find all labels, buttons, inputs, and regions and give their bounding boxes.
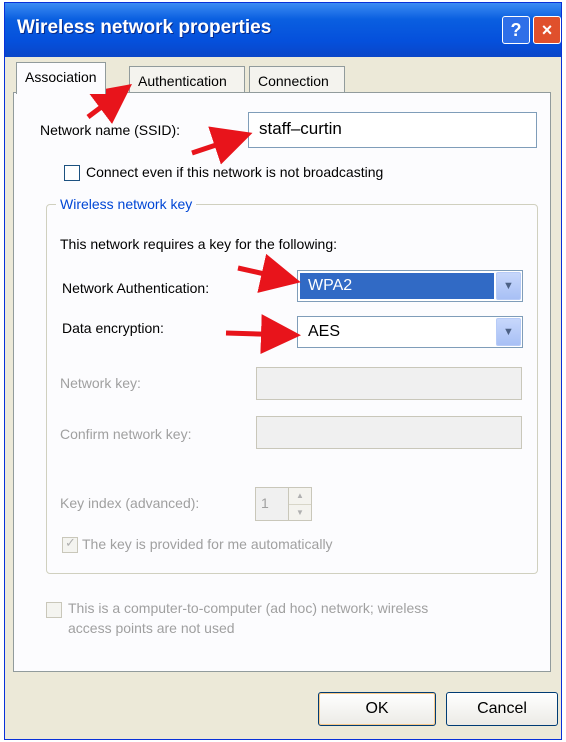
window-title: Wireless network properties bbox=[17, 17, 272, 38]
auto-key-label: The key is provided for me automatically bbox=[82, 536, 333, 552]
tab-connection[interactable]: Connection bbox=[249, 66, 345, 94]
network-key-input[interactable] bbox=[256, 367, 522, 400]
network-auth-value: WPA2 bbox=[300, 273, 494, 299]
tab-association[interactable]: Association bbox=[16, 62, 106, 94]
broadcast-checkbox[interactable] bbox=[64, 165, 80, 181]
confirm-key-label: Confirm network key: bbox=[60, 426, 192, 442]
key-index-input[interactable]: 1 bbox=[255, 487, 289, 521]
adhoc-label-line2: access points are not used bbox=[68, 620, 235, 636]
chevron-down-icon[interactable]: ▼ bbox=[496, 272, 521, 300]
ssid-label: Network name (SSID): bbox=[40, 122, 181, 138]
network-auth-label: Network Authentication: bbox=[62, 280, 210, 296]
data-encryption-value: AES bbox=[308, 323, 341, 340]
key-index-spinner[interactable]: ▲ ▼ bbox=[288, 487, 312, 521]
title-bar[interactable]: Wireless network properties ? × bbox=[5, 3, 561, 57]
key-index-label: Key index (advanced): bbox=[60, 495, 200, 511]
ssid-value: staff–curtin bbox=[259, 119, 342, 138]
data-encryption-label: Data encryption: bbox=[62, 320, 164, 336]
close-button[interactable]: × bbox=[533, 16, 561, 44]
adhoc-checkbox[interactable] bbox=[46, 602, 62, 618]
data-encryption-select[interactable]: AES ▼ bbox=[297, 316, 523, 348]
spin-up-icon[interactable]: ▲ bbox=[289, 488, 311, 505]
tab-authentication[interactable]: Authentication bbox=[129, 66, 245, 94]
chevron-down-icon[interactable]: ▼ bbox=[496, 318, 521, 346]
checkmark-icon: ✓ bbox=[65, 535, 76, 550]
help-button[interactable]: ? bbox=[502, 16, 530, 44]
broadcast-label: Connect even if this network is not broa… bbox=[86, 164, 384, 180]
cancel-button[interactable]: Cancel bbox=[446, 692, 558, 726]
key-intro-text: This network requires a key for the foll… bbox=[60, 236, 338, 252]
auto-key-checkbox[interactable]: ✓ bbox=[62, 535, 78, 553]
spin-down-icon[interactable]: ▼ bbox=[289, 505, 311, 521]
confirm-key-input[interactable] bbox=[256, 416, 522, 449]
ok-button[interactable]: OK bbox=[318, 692, 436, 726]
ssid-input[interactable]: staff–curtin bbox=[248, 112, 537, 148]
key-index-value: 1 bbox=[261, 495, 269, 511]
network-auth-select[interactable]: WPA2 ▼ bbox=[297, 270, 523, 302]
network-key-label: Network key: bbox=[60, 375, 141, 391]
wireless-key-group-title: Wireless network key bbox=[56, 196, 197, 212]
adhoc-label-line1: This is a computer-to-computer (ad hoc) … bbox=[68, 600, 429, 616]
